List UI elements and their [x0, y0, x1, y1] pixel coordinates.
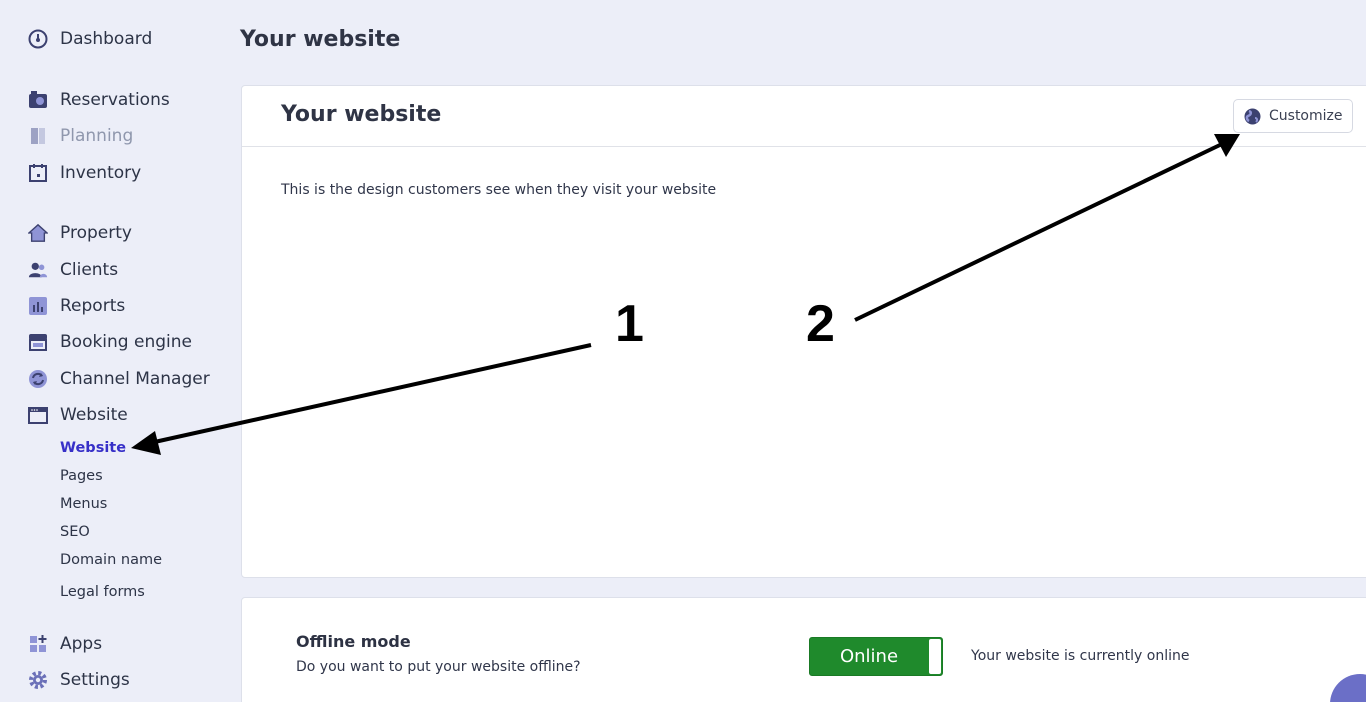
annotation-number-1: 1 — [615, 295, 644, 353]
arrow-2-line — [854, 142, 1223, 322]
arrow-1-head — [131, 431, 161, 455]
arrow-1-line — [149, 343, 592, 445]
annotation-number-2: 2 — [806, 295, 835, 353]
annotation-arrows — [131, 134, 1240, 455]
